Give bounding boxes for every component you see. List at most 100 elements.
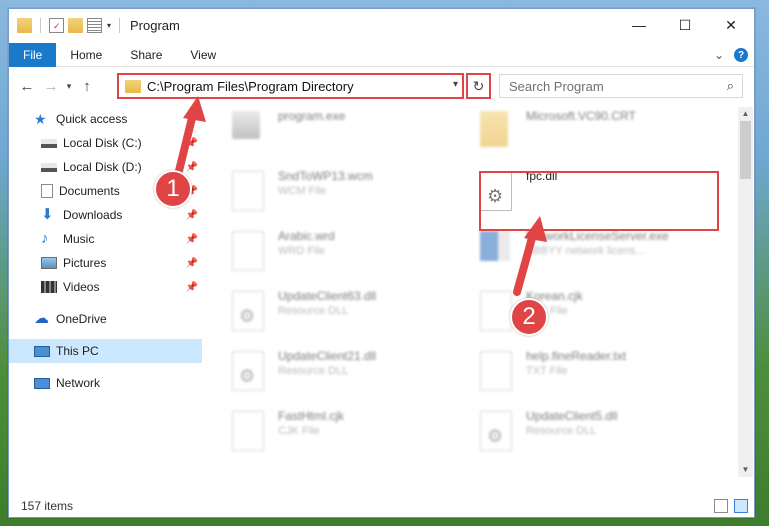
- properties-icon[interactable]: ✓: [49, 17, 64, 33]
- window-title: Program: [130, 17, 180, 33]
- dll-gear-icon: [232, 351, 264, 391]
- dll-gear-icon: [232, 291, 264, 331]
- pin-icon[interactable]: 📌: [186, 162, 198, 173]
- details-view-icon[interactable]: [714, 499, 728, 513]
- nav-videos[interactable]: Videos 📌: [9, 275, 202, 299]
- recent-locations-chevron-icon[interactable]: ▾: [63, 81, 75, 92]
- film-strip-icon: [41, 281, 57, 293]
- scroll-thumb[interactable]: [740, 121, 751, 179]
- search-icon: ⌕: [726, 78, 734, 93]
- file-type: TXT File: [526, 365, 568, 377]
- expand-ribbon-chevron-icon[interactable]: ⌄: [714, 48, 724, 62]
- file-name: UpdateClient63.dll: [278, 289, 377, 303]
- file-item[interactable]: help.fineReader.txt TXT File: [462, 347, 702, 399]
- ribbon-right-controls: ⌄ ?: [714, 43, 748, 67]
- file-type: CJK File: [278, 425, 320, 437]
- close-button[interactable]: ✕: [708, 9, 754, 41]
- file-type: Resource DLL: [278, 305, 349, 317]
- file-name: UpdateClient21.dll: [278, 349, 377, 363]
- vertical-scrollbar[interactable]: ▲ ▼: [738, 107, 753, 477]
- search-input[interactable]: Search Program ⌕: [499, 74, 743, 98]
- pin-icon[interactable]: 📌: [186, 234, 198, 245]
- file-item[interactable]: program.exe: [214, 107, 454, 159]
- document-icon: [232, 411, 264, 451]
- file-name: Arabic.wrd: [278, 229, 335, 243]
- program-icon: [232, 111, 260, 139]
- folder-icon: [17, 17, 32, 33]
- nav-label: Videos: [63, 280, 100, 294]
- tab-share[interactable]: Share: [116, 43, 176, 67]
- nav-quick-access[interactable]: ★ Quick access: [9, 107, 202, 131]
- pin-icon[interactable]: 📌: [186, 138, 198, 149]
- nav-music[interactable]: ♪ Music 📌: [9, 227, 202, 251]
- pin-icon[interactable]: 📌: [186, 282, 198, 293]
- back-arrow-icon[interactable]: ←: [15, 78, 39, 95]
- address-dropdown-chevron-icon[interactable]: ▾: [453, 79, 458, 90]
- file-item[interactable]: UpdateClient63.dll Resource DLL: [214, 287, 454, 339]
- file-name: FastHtml.cjk: [278, 409, 344, 423]
- star-icon: ★: [34, 111, 47, 127]
- pin-icon[interactable]: 📌: [186, 258, 198, 269]
- maximize-button[interactable]: ☐: [662, 9, 708, 41]
- file-name: Microsoft.VC90.CRT: [526, 109, 636, 123]
- file-list: program.exe Microsoft.VC90.CRT SndToWP13…: [214, 107, 739, 495]
- file-item[interactable]: UpdateClient5.dll Resource DLL: [462, 407, 702, 459]
- forward-arrow-icon[interactable]: →: [39, 78, 63, 95]
- pictures-icon: [41, 257, 57, 269]
- tab-file[interactable]: File: [9, 42, 57, 67]
- nav-label: OneDrive: [56, 312, 107, 326]
- window-controls: — ☐ ✕: [616, 9, 754, 41]
- dll-gear-icon: [480, 411, 512, 451]
- tab-home[interactable]: Home: [56, 43, 116, 67]
- view-buttons: [714, 499, 748, 513]
- network-icon: [34, 377, 50, 389]
- document-icon: [232, 231, 264, 271]
- ribbon-tabs: File Home Share View ⌄ ?: [9, 42, 754, 67]
- address-bar[interactable]: C:\Program Files\Program Directory ▾: [117, 73, 464, 99]
- folder-icon: [480, 111, 508, 147]
- item-count: 157 items: [21, 499, 74, 513]
- folder-item[interactable]: Microsoft.VC90.CRT: [462, 107, 702, 159]
- refresh-icon: ↻: [472, 77, 485, 94]
- file-type: WCM File: [278, 185, 327, 197]
- text-file-icon: [480, 351, 512, 391]
- nav-label: Network: [56, 376, 101, 390]
- tab-view[interactable]: View: [176, 43, 230, 67]
- file-item[interactable]: FastHtml.cjk CJK File: [214, 407, 454, 459]
- step-marker-two: 2: [510, 298, 548, 336]
- status-bar: 157 items: [9, 495, 754, 517]
- nav-label: Music: [63, 232, 95, 246]
- scroll-up-icon[interactable]: ▲: [738, 107, 753, 121]
- file-type: ABBYY network licens...: [526, 245, 645, 257]
- refresh-button[interactable]: ↻: [466, 73, 491, 99]
- nav-label: Downloads: [63, 208, 123, 222]
- minimize-button[interactable]: —: [616, 9, 662, 41]
- title-divider: [119, 17, 121, 33]
- nav-this-pc[interactable]: This PC: [9, 339, 202, 363]
- new-folder-icon[interactable]: [68, 17, 83, 33]
- customize-toolbar-chevron-icon[interactable]: ▾: [107, 21, 111, 30]
- nav-onedrive[interactable]: ☁ OneDrive: [9, 307, 202, 331]
- file-item[interactable]: UpdateClient21.dll Resource DLL: [214, 347, 454, 399]
- help-icon[interactable]: ?: [734, 48, 748, 62]
- title-bar: ✓ ▾ Program — ☐ ✕: [9, 9, 754, 41]
- file-item[interactable]: NetworkLicenseServer.exe ABBYY network l…: [462, 227, 702, 279]
- scroll-down-icon[interactable]: ▼: [738, 463, 753, 477]
- nav-pictures[interactable]: Pictures 📌: [9, 251, 202, 275]
- address-path[interactable]: C:\Program Files\Program Directory: [147, 79, 354, 94]
- nav-label: Documents: [59, 184, 120, 198]
- file-type: Resource DLL: [278, 365, 349, 377]
- file-item[interactable]: Arabic.wrd WRD File: [214, 227, 454, 279]
- up-arrow-icon[interactable]: ↑: [75, 78, 99, 95]
- pin-icon[interactable]: 📌: [186, 210, 198, 221]
- computer-icon: [34, 345, 50, 357]
- server-icon: [480, 231, 510, 261]
- file-item[interactable]: SndToWP13.wcm WCM File: [214, 167, 454, 219]
- navigation-pane: ★ Quick access Local Disk (C:) 📌 Local D…: [9, 107, 202, 497]
- file-item[interactable]: Korean.cjk CJK File: [462, 287, 702, 339]
- file-name: SndToWP13.wcm: [278, 169, 373, 183]
- view-options-icon[interactable]: [87, 17, 102, 33]
- large-icons-view-icon[interactable]: [734, 499, 748, 513]
- nav-network[interactable]: Network: [9, 371, 202, 395]
- nav-local-disk-c[interactable]: Local Disk (C:) 📌: [9, 131, 202, 155]
